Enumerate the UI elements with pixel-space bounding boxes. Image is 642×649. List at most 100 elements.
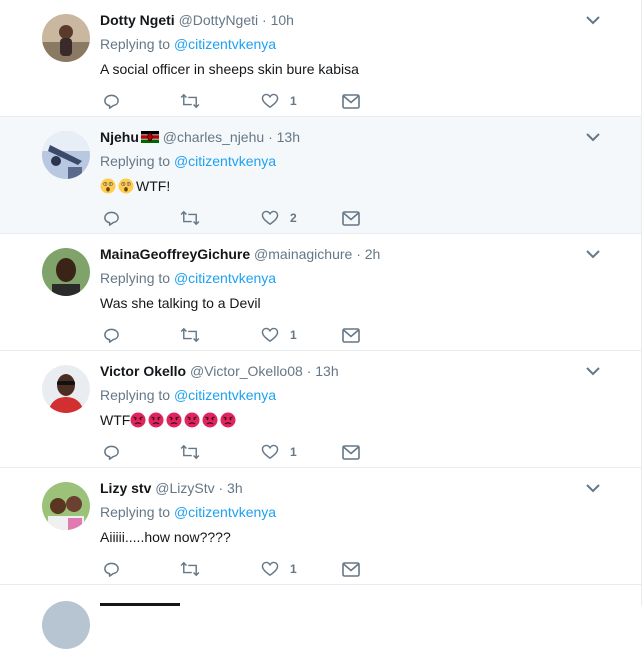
user-handle[interactable]: @charles_njehu [163, 129, 264, 145]
replying-to: Replying to @citizentvkenya [100, 270, 276, 286]
replying-to-label: Replying to [100, 504, 171, 520]
separator: · [356, 246, 361, 262]
display-name[interactable]: Njehu [100, 129, 139, 145]
pouting-face-icon [148, 412, 164, 428]
tweet[interactable]: MainaGeoffreyGichure @mainagichure · 2h … [0, 234, 641, 351]
chevron-down-icon[interactable] [585, 248, 601, 260]
display-name[interactable]: Lizy stv [100, 480, 151, 496]
user-handle[interactable]: @DottyNgeti [179, 12, 259, 28]
reply-button[interactable] [103, 209, 120, 227]
tweet-actions: 1 [103, 560, 363, 578]
display-name[interactable]: Victor Okello [100, 363, 186, 379]
tweet-header: Dotty Ngeti @DottyNgeti · 10h [100, 12, 294, 28]
like-button[interactable]: 2 [261, 209, 297, 227]
retweet-icon [180, 327, 200, 343]
reply-icon [104, 562, 119, 577]
heart-icon [261, 210, 279, 226]
astonished-face-icon [100, 178, 116, 194]
avatar[interactable] [42, 601, 90, 649]
tweet-actions: 1 [103, 443, 363, 461]
heart-icon [261, 327, 279, 343]
separator: · [268, 129, 273, 145]
mention-link[interactable]: @citizentvkenya [174, 153, 276, 169]
retweet-button[interactable] [180, 92, 200, 110]
retweet-button[interactable] [180, 209, 200, 227]
avatar[interactable] [42, 365, 90, 413]
chevron-down-icon[interactable] [585, 14, 601, 26]
tweet[interactable]: Dotty Ngeti @DottyNgeti · 10h Replying t… [0, 0, 641, 117]
envelope-icon [342, 210, 360, 226]
like-count: 1 [290, 328, 297, 342]
reply-button[interactable] [103, 560, 120, 578]
display-name[interactable]: Dotty Ngeti [100, 12, 175, 28]
separator: · [262, 12, 267, 28]
retweet-button[interactable] [180, 326, 200, 344]
chevron-down-icon[interactable] [585, 365, 601, 377]
avatar[interactable] [42, 248, 90, 296]
avatar[interactable] [42, 131, 90, 179]
tweet-header: Victor Okello @Victor_Okello08 · 13h [100, 363, 339, 379]
direct-message-button[interactable] [342, 209, 360, 227]
timestamp[interactable]: 3h [227, 480, 243, 496]
pouting-face-icon [130, 412, 146, 428]
avatar[interactable] [42, 482, 90, 530]
heart-icon [261, 561, 279, 577]
direct-message-button[interactable] [342, 443, 360, 461]
like-count: 1 [290, 94, 297, 108]
user-handle[interactable]: @LizyStv [155, 480, 214, 496]
tweet[interactable]: Njehu @charles_njehu · 13h Replying to @… [0, 117, 641, 234]
envelope-icon [342, 444, 360, 460]
like-button[interactable]: 1 [261, 560, 297, 578]
tweet-actions: 1 [103, 92, 363, 110]
mention-link[interactable]: @citizentvkenya [174, 387, 276, 403]
reply-icon [104, 445, 119, 460]
like-button[interactable]: 1 [261, 92, 297, 110]
avatar[interactable] [42, 14, 90, 62]
mention-link[interactable]: @citizentvkenya [174, 504, 276, 520]
kenya-flag-icon [140, 131, 159, 143]
tweet-text: A social officer in sheeps skin bure kab… [100, 61, 359, 77]
pouting-face-icon [166, 412, 182, 428]
envelope-icon [342, 561, 360, 577]
tweet-header: MainaGeoffreyGichure @mainagichure · 2h [100, 246, 380, 262]
chevron-down-icon[interactable] [585, 482, 601, 494]
timestamp[interactable]: 13h [315, 363, 338, 379]
tweet-text: Aiiiii.....how now???? [100, 529, 231, 545]
timestamp[interactable]: 10h [271, 12, 294, 28]
tweet-text: Was she talking to a Devil [100, 295, 261, 311]
reply-icon [104, 94, 119, 109]
reply-button[interactable] [103, 443, 120, 461]
like-button[interactable]: 1 [261, 443, 297, 461]
tweet-text-row: WTF! [100, 178, 170, 194]
timestamp[interactable]: 2h [365, 246, 381, 262]
reply-button[interactable] [103, 326, 120, 344]
mention-link[interactable]: @citizentvkenya [174, 270, 276, 286]
reply-button[interactable] [103, 92, 120, 110]
reply-icon [104, 211, 119, 226]
direct-message-button[interactable] [342, 326, 360, 344]
like-button[interactable]: 1 [261, 326, 297, 344]
mention-link[interactable]: @citizentvkenya [174, 36, 276, 52]
direct-message-button[interactable] [342, 92, 360, 110]
display-name[interactable]: MainaGeoffreyGichure [100, 246, 250, 262]
chevron-down-icon[interactable] [585, 131, 601, 143]
timestamp[interactable]: 13h [277, 129, 300, 145]
tweet-text-row: WTF [100, 412, 238, 428]
envelope-icon [342, 93, 360, 109]
tweet[interactable]: Victor Okello @Victor_Okello08 · 13h Rep… [0, 351, 641, 468]
separator: · [218, 480, 224, 496]
retweet-icon [180, 444, 200, 460]
retweet-button[interactable] [180, 443, 200, 461]
next-tweet-partial[interactable] [0, 590, 641, 649]
reply-icon [104, 328, 119, 343]
user-handle[interactable]: @mainagichure [254, 246, 352, 262]
tweet[interactable]: Lizy stv @LizyStv · 3h Replying to @citi… [0, 468, 641, 585]
retweet-button[interactable] [180, 560, 200, 578]
envelope-icon [342, 327, 360, 343]
replying-to: Replying to @citizentvkenya [100, 153, 276, 169]
like-count: 1 [290, 562, 297, 576]
user-handle[interactable]: @Victor_Okello08 [190, 363, 303, 379]
replying-to-label: Replying to [100, 270, 171, 286]
heart-icon [261, 444, 279, 460]
direct-message-button[interactable] [342, 560, 360, 578]
